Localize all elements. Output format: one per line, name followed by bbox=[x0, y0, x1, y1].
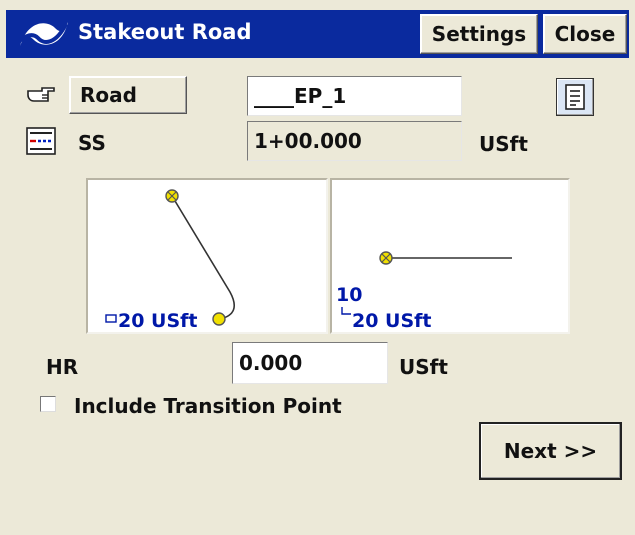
close-button[interactable]: Close bbox=[543, 14, 627, 54]
section-scale-icon bbox=[341, 307, 351, 315]
current-point-marker bbox=[212, 312, 226, 326]
next-button[interactable]: Next >> bbox=[479, 422, 622, 480]
ss-unit-label: USft bbox=[479, 132, 528, 156]
list-document-button[interactable] bbox=[556, 78, 594, 116]
hr-unit-label: USft bbox=[399, 355, 448, 379]
section-scale-label: 20 USft bbox=[352, 310, 432, 332]
hr-input[interactable]: 0.000 bbox=[232, 342, 388, 384]
hr-label: HR bbox=[46, 355, 79, 379]
include-transition-checkbox[interactable] bbox=[40, 396, 56, 412]
window-title: Stakeout Road bbox=[78, 20, 252, 44]
settings-button[interactable]: Settings bbox=[420, 14, 538, 54]
scale-bar-icon bbox=[105, 314, 117, 323]
ss-label: SS bbox=[78, 131, 106, 155]
include-transition-label: Include Transition Point bbox=[74, 394, 342, 418]
list-document-icon bbox=[565, 84, 585, 110]
app-logo-icon bbox=[12, 22, 68, 50]
ss-station-field: 1+00.000 bbox=[247, 121, 462, 161]
plan-view-panel: 20 USft bbox=[86, 178, 328, 334]
stakeout-road-window: Stakeout Road Settings Close Road ____EP… bbox=[0, 0, 635, 535]
pointing-hand-icon bbox=[27, 87, 55, 102]
road-button[interactable]: Road bbox=[69, 76, 187, 114]
plan-scale-label: 20 USft bbox=[118, 310, 198, 332]
ss-icon bbox=[26, 127, 56, 155]
road-name-field[interactable]: ____EP_1 bbox=[247, 76, 462, 116]
section-view-panel: 10 20 USft bbox=[330, 178, 570, 334]
section-value-label: 10 bbox=[336, 284, 363, 306]
